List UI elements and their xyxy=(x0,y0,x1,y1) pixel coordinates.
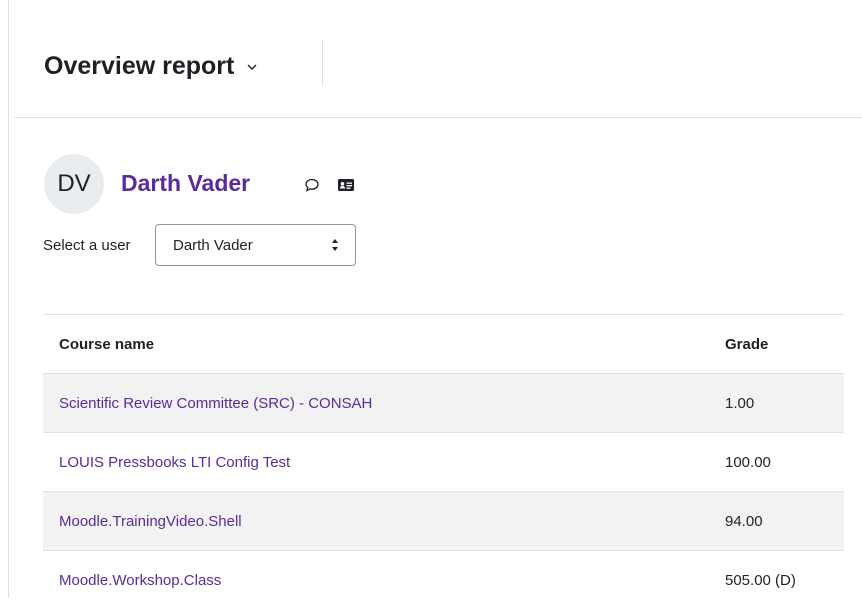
table-row: Scientific Review Committee (SRC) - CONS… xyxy=(43,374,844,433)
report-selector-dropdown[interactable]: Overview report xyxy=(44,50,258,82)
avatar[interactable]: DV xyxy=(44,154,104,214)
header-divider xyxy=(322,40,323,86)
user-select-value: Darth Vader xyxy=(173,237,253,254)
course-link[interactable]: Moodle.Workshop.Class xyxy=(59,572,221,589)
course-link[interactable]: Scientific Review Committee (SRC) - CONS… xyxy=(59,395,372,412)
table-row: Moodle.Workshop.Class 505.00 (D) xyxy=(43,551,844,609)
left-border-rule xyxy=(8,0,9,598)
course-cell: Moodle.TrainingVideo.Shell xyxy=(43,492,709,551)
course-cell: Scientific Review Committee (SRC) - CONS… xyxy=(43,374,709,433)
table-row: LOUIS Pressbooks LTI Config Test 100.00 xyxy=(43,433,844,492)
table-row: Moodle.TrainingVideo.Shell 94.00 xyxy=(43,492,844,551)
page-title: Overview report xyxy=(44,50,234,82)
chevron-down-icon xyxy=(246,61,258,73)
contact-card-icon[interactable] xyxy=(337,177,355,193)
table-header-row: Course name Grade xyxy=(43,315,844,374)
avatar-initials: DV xyxy=(57,170,90,198)
select-user-label: Select a user xyxy=(43,237,131,254)
column-header-grade: Grade xyxy=(709,315,844,374)
column-header-course-name: Course name xyxy=(43,315,709,374)
user-select[interactable]: Darth Vader xyxy=(155,224,356,266)
course-link[interactable]: LOUIS Pressbooks LTI Config Test xyxy=(59,454,290,471)
grades-table-container: Course name Grade Scientific Review Comm… xyxy=(43,314,844,609)
user-name-link[interactable]: Darth Vader xyxy=(121,170,250,197)
select-arrows-icon xyxy=(331,238,339,252)
course-cell: Moodle.Workshop.Class xyxy=(43,551,709,609)
course-cell: LOUIS Pressbooks LTI Config Test xyxy=(43,433,709,492)
grade-cell: 100.00 xyxy=(709,433,844,492)
course-link[interactable]: Moodle.TrainingVideo.Shell xyxy=(59,513,242,530)
grade-cell: 1.00 xyxy=(709,374,844,433)
chat-bubble-icon[interactable] xyxy=(304,177,320,193)
grade-cell: 94.00 xyxy=(709,492,844,551)
grade-cell: 505.00 (D) xyxy=(709,551,844,609)
grades-table: Course name Grade Scientific Review Comm… xyxy=(43,314,844,609)
